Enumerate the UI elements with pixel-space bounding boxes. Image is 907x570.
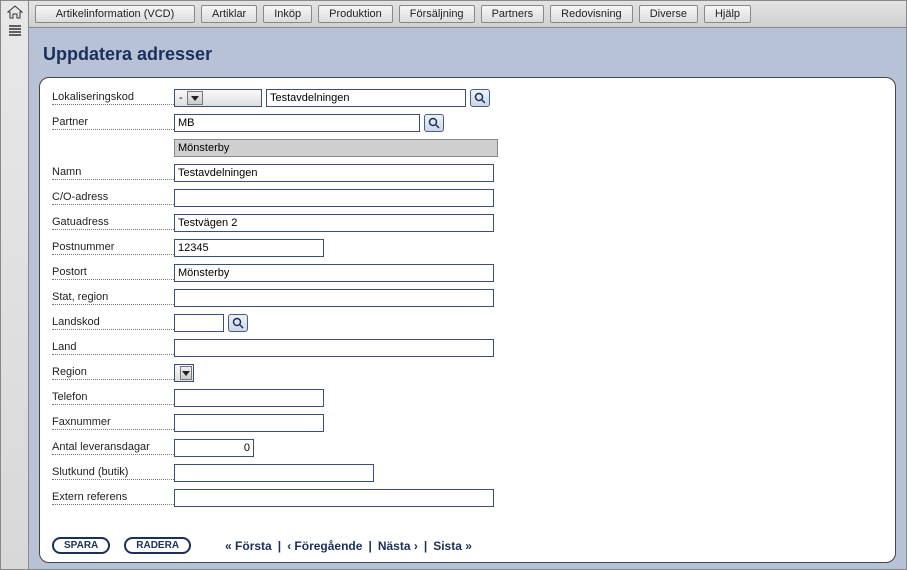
main-area: Artikelinformation (VCD) Artiklar Inköp … [29, 1, 906, 569]
home-icon[interactable] [7, 5, 23, 19]
menu-diverse[interactable]: Diverse [639, 5, 698, 23]
gatu-input[interactable] [174, 214, 494, 232]
menu-produktion[interactable]: Produktion [318, 5, 393, 23]
menu-partners[interactable]: Partners [481, 5, 545, 23]
stat-label: Stat, region [52, 291, 174, 305]
gatu-label: Gatuadress [52, 216, 174, 230]
postnr-label: Postnummer [52, 241, 174, 255]
levdagar-label: Antal leveransdagar [52, 441, 174, 455]
list-icon[interactable] [8, 25, 22, 37]
search-icon [474, 92, 486, 104]
region-label: Region [52, 366, 174, 380]
region-select[interactable] [174, 364, 194, 382]
postort-label: Postort [52, 266, 174, 280]
namn-input[interactable] [174, 164, 494, 182]
page-title: Uppdatera adresser [29, 28, 906, 77]
lokaliseringskod-lookup-button[interactable] [470, 89, 490, 107]
partner-input[interactable] [174, 114, 420, 132]
menu-redovisning[interactable]: Redovisning [550, 5, 633, 23]
menu-artiklar[interactable]: Artiklar [201, 5, 257, 23]
menu-forsaljning[interactable]: Försäljning [399, 5, 475, 23]
partner-resolved: Mönsterby [174, 139, 498, 157]
app-root: Artikelinformation (VCD) Artiklar Inköp … [0, 0, 907, 570]
form-footer: SPARA RADERA « Första | ‹ Föregående | N… [52, 529, 883, 554]
pager-next[interactable]: Nästa › [378, 539, 418, 553]
extref-label: Extern referens [52, 491, 174, 505]
fax-input[interactable] [174, 414, 324, 432]
menu-bar: Artikelinformation (VCD) Artiklar Inköp … [29, 1, 906, 28]
co-input[interactable] [174, 189, 494, 207]
partner-label: Partner [52, 116, 174, 130]
landskod-lookup-button[interactable] [228, 314, 248, 332]
land-input[interactable] [174, 339, 494, 357]
search-icon [428, 117, 440, 129]
left-rail [1, 1, 29, 569]
pager-prev[interactable]: ‹ Föregående [287, 539, 362, 553]
search-icon [232, 317, 244, 329]
landskod-label: Landskod [52, 316, 174, 330]
slutkund-label: Slutkund (butik) [52, 466, 174, 480]
postort-input[interactable] [174, 264, 494, 282]
menu-hjalp[interactable]: Hjälp [704, 5, 751, 23]
co-label: C/O-adress [52, 191, 174, 205]
form-panel: Lokaliseringskod - Partner [39, 77, 896, 563]
land-label: Land [52, 341, 174, 355]
lokaliseringskod-input[interactable] [266, 89, 466, 107]
telefon-label: Telefon [52, 391, 174, 405]
landskod-input[interactable] [174, 314, 224, 332]
slutkund-input[interactable] [174, 464, 374, 482]
delete-button[interactable]: RADERA [124, 537, 191, 554]
lokaliseringskod-select[interactable]: - [174, 89, 262, 107]
menu-artikelinformation[interactable]: Artikelinformation (VCD) [35, 5, 195, 23]
pager-first[interactable]: « Första [225, 539, 272, 553]
fax-label: Faxnummer [52, 416, 174, 430]
stat-input[interactable] [174, 289, 494, 307]
chevron-down-icon [180, 366, 192, 380]
pager: « Första | ‹ Föregående | Nästa › | Sist… [225, 539, 472, 553]
extref-input[interactable] [174, 489, 494, 507]
telefon-input[interactable] [174, 389, 324, 407]
namn-label: Namn [52, 166, 174, 180]
save-button[interactable]: SPARA [52, 537, 110, 554]
menu-inkop[interactable]: Inköp [263, 5, 312, 23]
postnr-input[interactable] [174, 239, 324, 257]
levdagar-input[interactable] [174, 439, 254, 457]
lokaliseringskod-select-value: - [179, 92, 183, 104]
chevron-down-icon [187, 91, 203, 105]
lokaliseringskod-label: Lokaliseringskod [52, 91, 174, 105]
partner-lookup-button[interactable] [424, 114, 444, 132]
pager-last[interactable]: Sista » [433, 539, 472, 553]
